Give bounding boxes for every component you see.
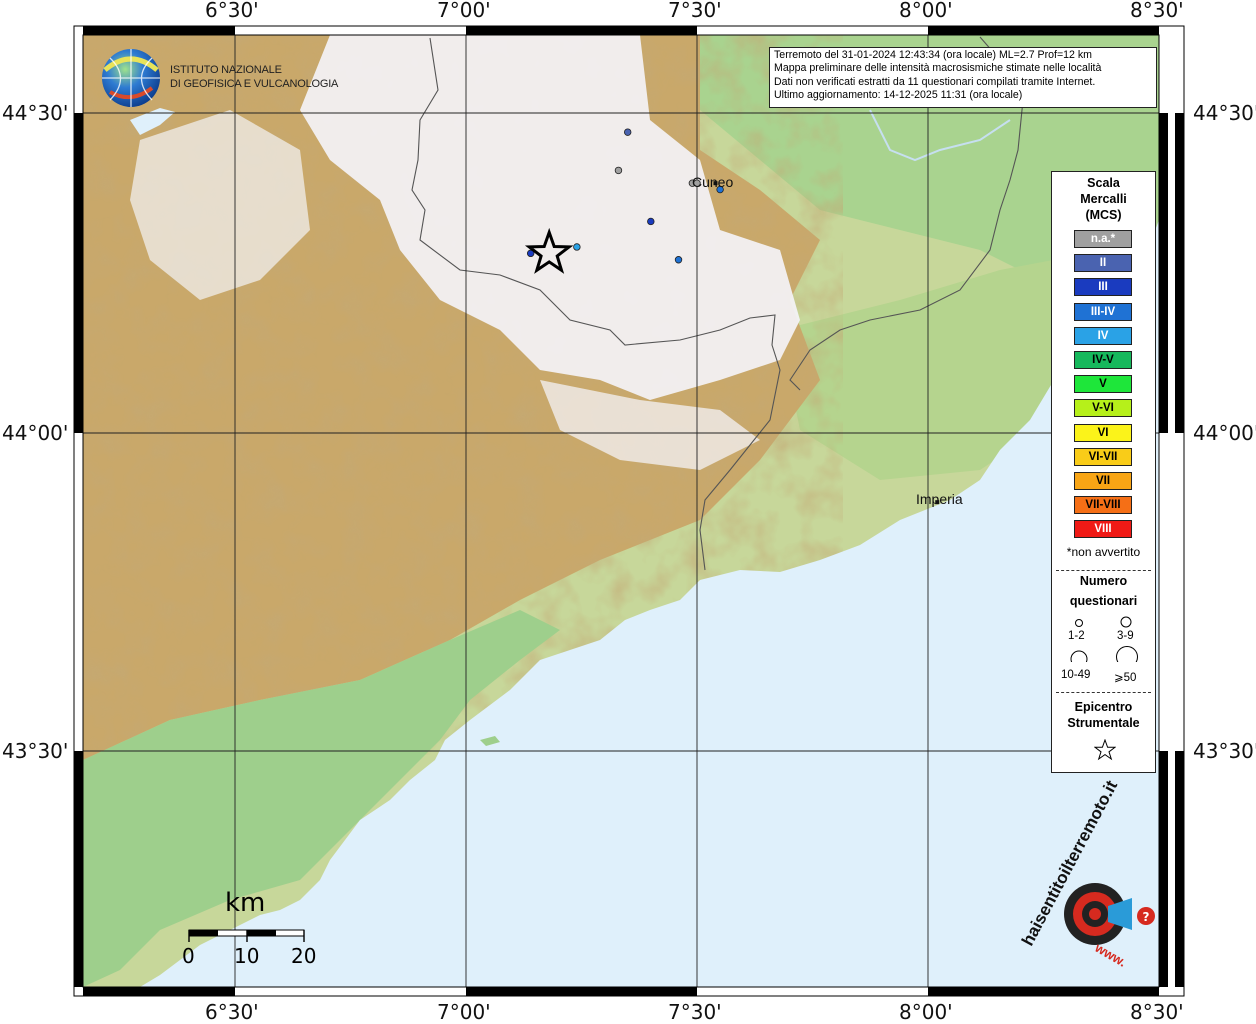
legend-swatch-3: III (1074, 278, 1132, 297)
lon-label-top-5: 8°30' (1130, 0, 1184, 22)
count-symbol-xlarge (1116, 646, 1138, 662)
lat-label-left-1: 44°30' (2, 101, 69, 125)
observation-point-1[interactable] (624, 128, 632, 136)
legend-panel: Scala Mercalli (MCS) n.a.* II III III-IV IV I… (1051, 171, 1156, 773)
legend-swatch-7: V (1074, 375, 1132, 394)
lon-label-top-1: 6°30' (205, 0, 259, 22)
lon-label-top-3: 7°30' (668, 0, 722, 22)
legend-note: *non avvertito (1066, 545, 1141, 559)
legend-title-line2: Mercalli (1080, 192, 1127, 206)
legend-count-title-line2: questionari (1069, 594, 1138, 608)
lon-label-bottom-1: 6°30' (205, 1000, 259, 1024)
legend-epicenter-star-icon (1094, 739, 1116, 761)
count-symbol-medium (1120, 616, 1132, 628)
scale-tick-0: 0 (182, 944, 195, 968)
scale-tick-10: 10 (234, 944, 260, 968)
lon-label-top-4: 8°00' (899, 0, 953, 22)
legend-title-line3: (MCS) (1085, 208, 1122, 222)
lat-label-left-3: 43°30' (2, 739, 69, 763)
legend-epicenter-line2: Strumentale (1067, 716, 1140, 730)
count-range-1: 1-2 (1068, 630, 1085, 642)
lon-label-bottom-5: 8°30' (1130, 1000, 1184, 1024)
legend-swatch-12: VII-VIII (1074, 496, 1132, 515)
observation-point-5[interactable] (573, 243, 581, 251)
event-info-line1: Terremoto del 31-01-2024 12:43:34 (ora l… (774, 49, 1092, 61)
ingv-logo (102, 49, 160, 107)
legend-swatch-11: VII (1074, 472, 1132, 490)
lon-label-bottom-4: 8°00' (899, 1000, 953, 1024)
legend-swatch-8: V-VI (1074, 399, 1132, 418)
legend-epicenter-line1: Epicentro (1074, 700, 1133, 714)
count-range-4: ⩾50 (1114, 672, 1137, 684)
lon-label-bottom-3: 7°30' (668, 1000, 722, 1024)
lat-label-right-3: 43°30' (1193, 739, 1256, 763)
count-symbol-large (1070, 650, 1088, 662)
city-label-cuneo: Cuneo (692, 174, 734, 190)
legend-swatch-9: VI (1074, 423, 1132, 442)
scale-unit: km (225, 888, 266, 918)
legend-swatch-10: VI-VII (1074, 447, 1132, 466)
legend-separator-1 (1056, 570, 1151, 571)
legend-swatch-5: IV (1074, 326, 1132, 345)
event-info-line3: Dati non verificati estratti da 11 quest… (774, 75, 1096, 88)
legend-swatch-1: n.a.* (1074, 230, 1132, 248)
lon-label-top-2: 7°00' (437, 0, 491, 22)
event-info-line2: Mappa preliminare delle intensità macros… (774, 62, 1102, 75)
event-info-line4: Ultimo aggiornamento: 14-12-2025 11:31 (… (774, 89, 1023, 102)
legend-swatch-13: VIII (1074, 520, 1132, 539)
lat-label-right-1: 44°30' (1193, 101, 1256, 125)
lon-label-bottom-2: 7°00' (437, 1000, 491, 1024)
legend-swatch-4: III-IV (1074, 302, 1132, 321)
observation-point-6[interactable] (674, 256, 683, 264)
scale-tick-20: 20 (291, 944, 317, 968)
svg-text:?: ? (1143, 910, 1150, 924)
legend-count-title-line1: Numero (1079, 574, 1128, 588)
legend-swatch-6: IV-V (1074, 351, 1132, 369)
lat-label-right-2: 44°00' (1193, 421, 1256, 445)
count-range-2: 3-9 (1117, 630, 1134, 642)
observation-point-3[interactable] (647, 217, 655, 226)
institute-name-line1: ISTITUTO NAZIONALE (170, 64, 282, 76)
legend-title-line1: Scala (1087, 176, 1120, 190)
legend-swatch-2: II (1074, 254, 1132, 273)
lat-label-left-2: 44°00' (2, 421, 69, 445)
legend-separator-2 (1056, 692, 1151, 693)
event-info-box: Terremoto del 31-01-2024 12:43:34 (ora l… (769, 47, 1157, 108)
map-area[interactable] (83, 35, 1159, 987)
observation-point-2[interactable] (614, 166, 623, 175)
institute-name-line2: DI GEOFISICA E VULCANOLOGIA (170, 78, 339, 90)
count-range-3: 10-49 (1061, 669, 1091, 681)
city-label-imperia: Imperia (916, 491, 963, 507)
count-symbol-small (1075, 619, 1083, 627)
